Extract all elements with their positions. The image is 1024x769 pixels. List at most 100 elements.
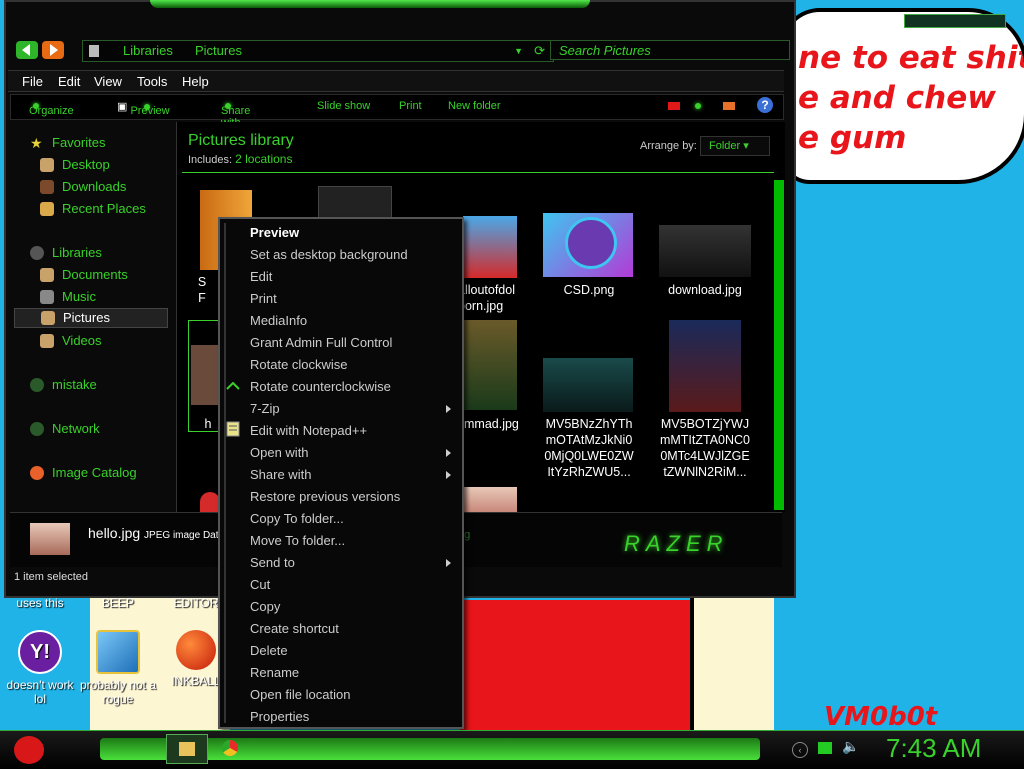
- context-menu-item[interactable]: Preview: [250, 223, 450, 243]
- nav-pictures[interactable]: Pictures: [14, 308, 168, 328]
- print-button[interactable]: Print: [399, 100, 422, 112]
- nav-favorites[interactable]: ★ Favorites: [30, 134, 186, 152]
- search-input[interactable]: Search Pictures: [550, 40, 790, 60]
- vertical-scrollbar[interactable]: [774, 180, 784, 510]
- back-button[interactable]: [16, 41, 38, 59]
- desktop-icon-yahoo[interactable]: Y! doesn't work lol: [0, 630, 80, 706]
- nav-label: Favorites: [52, 135, 106, 150]
- network-tray-icon[interactable]: [818, 742, 832, 754]
- pictures-icon: [41, 311, 55, 325]
- context-menu-item[interactable]: Open with: [250, 443, 450, 463]
- menu-tools[interactable]: Tools: [137, 74, 167, 89]
- preview-pane-icon[interactable]: [723, 102, 735, 110]
- documents-icon: [40, 268, 54, 282]
- arrange-by-dropdown[interactable]: Folder ▾: [700, 136, 770, 156]
- image-thumbnail[interactable]: [543, 213, 633, 277]
- taskbar-explorer-button[interactable]: [166, 734, 208, 764]
- file-label[interactable]: CSD.png: [534, 282, 644, 298]
- nav-desktop[interactable]: Desktop: [40, 156, 196, 174]
- nav-network[interactable]: Network: [30, 420, 186, 438]
- nav-music[interactable]: Music: [40, 288, 196, 306]
- includes-text: Includes:: [188, 154, 233, 166]
- nav-documents[interactable]: Documents: [40, 266, 196, 284]
- back-arrow-icon: [22, 44, 30, 56]
- start-button[interactable]: [8, 730, 50, 768]
- tray-expand-icon[interactable]: ‹: [792, 742, 808, 758]
- image-thumbnail[interactable]: [463, 320, 517, 410]
- image-thumbnail[interactable]: [463, 487, 517, 512]
- submenu-arrow-icon: [446, 449, 451, 457]
- desktop-label-partial[interactable]: uses this: [0, 596, 80, 610]
- image-thumbnail[interactable]: [659, 225, 751, 277]
- view-dropdown[interactable]: [691, 100, 701, 112]
- image-thumbnail[interactable]: [543, 358, 633, 412]
- context-menu-item[interactable]: Restore previous versions: [250, 487, 450, 507]
- context-menu-item[interactable]: Grant Admin Full Control: [250, 333, 450, 353]
- image-thumbnail[interactable]: [463, 216, 517, 278]
- menu-help[interactable]: Help: [182, 74, 209, 89]
- volume-icon[interactable]: 🔈: [842, 738, 859, 755]
- chrome-icon[interactable]: [222, 740, 238, 756]
- context-menu-item[interactable]: MediaInfo: [250, 311, 450, 331]
- file-label[interactable]: MV5BOTZjYWJ mMTItZTA0NC0 0MTc4LWJlZGE tZ…: [650, 416, 760, 480]
- nav-libraries[interactable]: Libraries: [30, 244, 186, 262]
- context-menu-item[interactable]: Create shortcut: [250, 619, 450, 639]
- nav-homegroup[interactable]: mistake: [30, 376, 186, 394]
- context-menu-item[interactable]: Rename: [250, 663, 450, 683]
- breadcrumb-libraries[interactable]: Libraries: [123, 41, 173, 61]
- file-label[interactable]: MV5BNzZhYTh mOTAtMzJkNi0 0MjQ0LWE0ZW ItY…: [534, 416, 644, 480]
- menu-file[interactable]: File: [22, 74, 43, 89]
- breadcrumb-pictures[interactable]: Pictures: [195, 41, 242, 61]
- context-menu-item[interactable]: Rotate counterclockwise: [250, 377, 450, 397]
- nav-image-catalog[interactable]: Image Catalog: [30, 464, 186, 482]
- desktop-icon-rogue[interactable]: probably not a rogue: [78, 630, 158, 706]
- slide-show-button[interactable]: Slide show: [317, 100, 370, 112]
- new-folder-button[interactable]: New folder: [448, 100, 501, 112]
- recent-places-icon: [40, 202, 54, 216]
- context-menu-item[interactable]: Edit: [250, 267, 450, 287]
- context-menu-item[interactable]: Copy: [250, 597, 450, 617]
- videos-icon: [40, 334, 54, 348]
- file-label[interactable]: download.jpg: [650, 282, 760, 298]
- nav-label: Libraries: [52, 245, 102, 260]
- nav-label: Network: [52, 421, 100, 436]
- menu-edit[interactable]: Edit: [58, 74, 80, 89]
- context-menu-item[interactable]: Copy To folder...: [250, 509, 450, 529]
- includes-locations-link[interactable]: 2 locations: [235, 152, 292, 166]
- forward-button[interactable]: [42, 41, 64, 59]
- inkball-icon: [176, 630, 216, 670]
- context-menu-item[interactable]: Set as desktop background: [250, 245, 450, 265]
- context-menu-item[interactable]: Rotate clockwise: [250, 355, 450, 375]
- chevron-down-icon[interactable]: ▼: [514, 41, 523, 61]
- menu-view[interactable]: View: [94, 74, 122, 89]
- nav-downloads[interactable]: Downloads: [40, 178, 196, 196]
- red-view-icon[interactable]: [668, 102, 680, 110]
- image-thumbnail[interactable]: [200, 492, 220, 512]
- organize-button[interactable]: Organize: [29, 100, 74, 117]
- context-menu-item[interactable]: 7-Zip: [250, 399, 450, 419]
- context-menu-item[interactable]: Send to: [250, 553, 450, 573]
- image-thumbnail[interactable]: [669, 320, 741, 412]
- context-menu-item[interactable]: Print: [250, 289, 450, 309]
- nav-label: Image Catalog: [52, 465, 137, 480]
- context-menu-item[interactable]: Share with: [250, 465, 450, 485]
- share-with-button[interactable]: Share with: [221, 100, 250, 129]
- libraries-icon: [30, 246, 44, 260]
- star-icon: ★: [30, 135, 43, 151]
- desktop-label-partial[interactable]: BEEP: [78, 596, 158, 610]
- context-menu-item[interactable]: Open file location: [250, 685, 450, 705]
- context-menu-item[interactable]: Edit with Notepad++: [250, 421, 450, 441]
- refresh-icon[interactable]: ⟳: [534, 41, 545, 61]
- nav-videos[interactable]: Videos: [40, 332, 196, 350]
- context-menu-item[interactable]: Cut: [250, 575, 450, 595]
- preview-button[interactable]: ▣ Preview: [117, 100, 170, 117]
- window-control-buttons[interactable]: [904, 14, 1006, 28]
- context-menu-item[interactable]: Delete: [250, 641, 450, 661]
- taskbar-clock[interactable]: 7:43 AM: [886, 733, 981, 764]
- csd-badge-icon: [565, 217, 617, 269]
- context-menu-item[interactable]: Move To folder...: [250, 531, 450, 551]
- context-menu-item[interactable]: Properties: [250, 707, 450, 727]
- address-bar[interactable]: Libraries Pictures ▼ ⟳: [82, 40, 554, 62]
- nav-recent-places[interactable]: Recent Places: [40, 200, 196, 218]
- help-icon[interactable]: ?: [757, 97, 773, 113]
